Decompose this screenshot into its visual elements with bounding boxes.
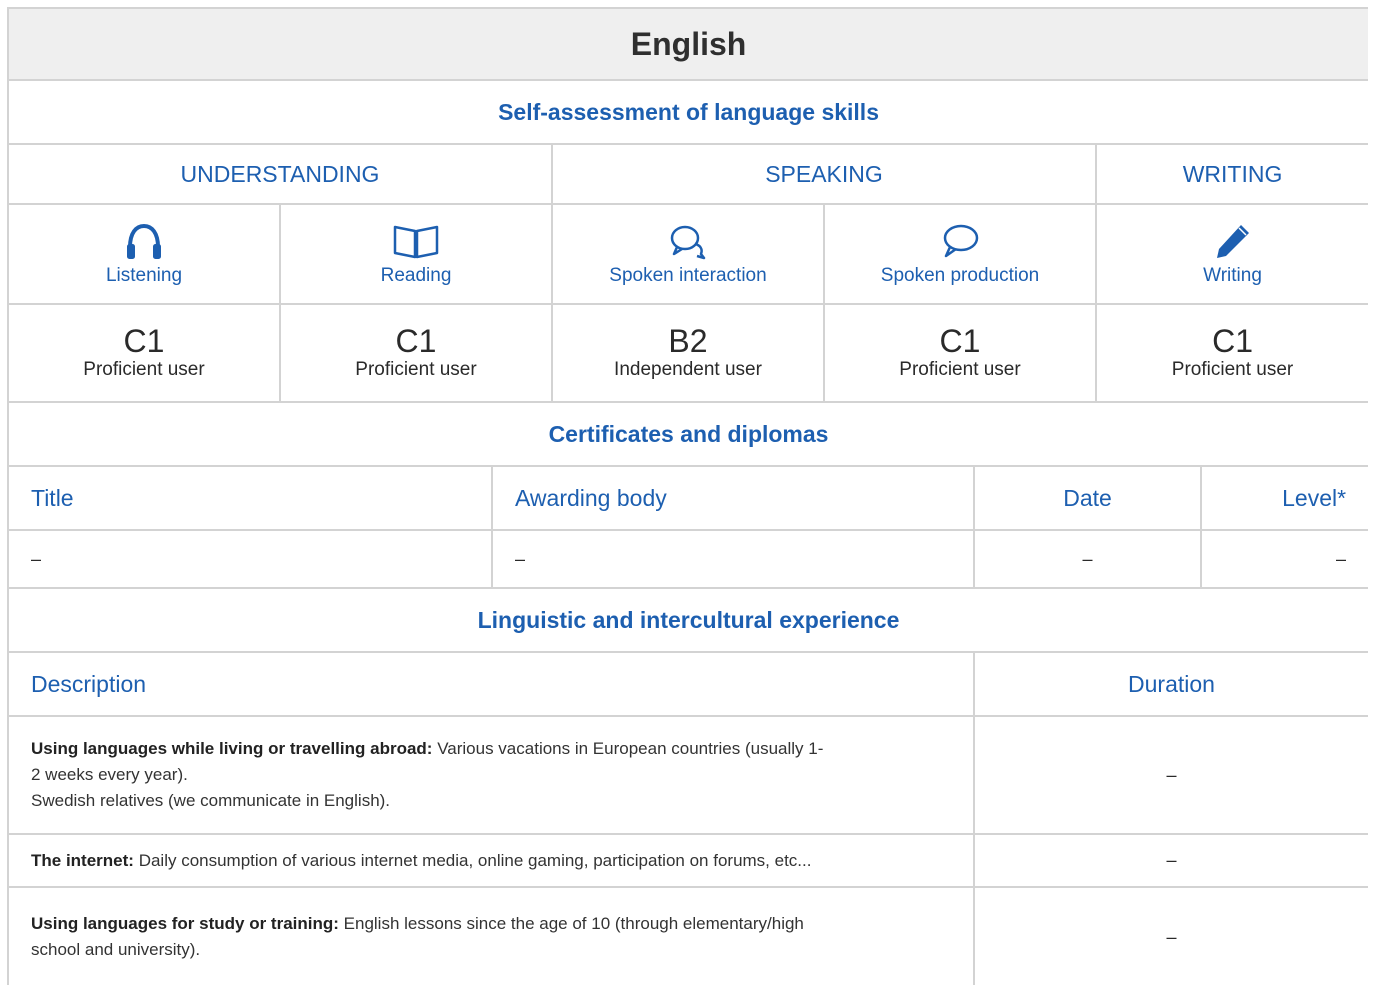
experience-description: The internet: Daily consumption of vario… [7,833,975,888]
experience-label: Using languages while living or travelli… [31,739,433,758]
level-code: C1 [395,323,437,359]
cert-awarding-body-value: – [491,529,975,589]
level-spoken-interaction: B2 Independent user [551,303,825,403]
table-row: – – – – [7,529,1368,589]
self-assessment-table: English Self-assessment of language skil… [7,7,1368,403]
table-row: Using languages while living or travelli… [7,715,1368,835]
col-duration: Duration [973,651,1368,717]
skill-reading: Reading [279,203,553,305]
experience-description: Using languages while living or travelli… [7,715,975,835]
pencil-icon [1216,225,1249,258]
speech-bubble-icon [943,224,979,258]
experience-duration: – [973,886,1368,985]
experience-text: Swedish relatives (we communicate in Eng… [31,791,391,810]
book-icon [393,225,439,259]
level-description: Independent user [614,359,762,380]
experience-heading: Linguistic and intercultural experience [7,587,1368,653]
skill-label: Listening [105,265,183,286]
category-understanding: UNDERSTANDING [7,143,553,205]
self-assessment-heading: Self-assessment of language skills [7,79,1368,145]
language-title: English [7,7,1368,81]
level-description: Proficient user [355,359,477,380]
certificates-heading: Certificates and diplomas [7,401,1368,467]
experience-duration: – [973,715,1368,835]
experience-text: 2 weeks every year). [31,765,188,784]
skill-label: Writing [1203,265,1262,286]
level-code: B2 [668,323,708,359]
level-writing: C1 Proficient user [1094,303,1368,403]
experience-label: The internet: [31,850,134,870]
experience-description: Using languages for study or training: E… [7,886,975,985]
col-date: Date [973,465,1202,531]
col-description: Description [7,651,975,717]
experience-label: Using languages for study or training: [31,914,339,933]
level-code: C1 [1212,323,1253,359]
table-row: The internet: Daily consumption of vario… [7,833,1368,888]
headphones-icon [127,223,161,259]
level-spoken-production: C1 Proficient user [823,303,1097,403]
experience-table: Linguistic and intercultural experience … [7,587,1368,985]
skill-writing: Writing [1094,203,1368,305]
category-writing: WRITING [1094,143,1368,205]
skill-spoken-interaction: Spoken interaction [551,203,825,305]
experience-text: English lessons since the age of 10 (thr… [343,914,804,933]
skill-label: Spoken production [880,265,1040,286]
level-description: Proficient user [899,359,1021,380]
category-speaking: SPEAKING [551,143,1097,205]
col-awarding-body: Awarding body [491,465,975,531]
chat-bubbles-icon [670,225,706,260]
level-code: C1 [939,323,981,359]
skill-label: Spoken interaction [609,265,767,286]
level-description: Proficient user [83,359,205,380]
experience-text: Various vacations in European countries … [437,739,824,758]
level-reading: C1 Proficient user [279,303,553,403]
skill-spoken-production: Spoken production [823,203,1097,305]
cert-date-value: – [973,529,1202,589]
experience-text: school and university). [31,940,201,959]
skill-listening: Listening [7,203,281,305]
cert-title-value: – [7,529,493,589]
level-listening: C1 Proficient user [7,303,281,403]
experience-text: Daily consumption of various internet me… [138,850,812,870]
col-title: Title [7,465,493,531]
cert-level-value: – [1199,529,1368,589]
certificates-table: Certificates and diplomas Title Awarding… [7,401,1368,589]
experience-duration: – [973,833,1368,888]
skill-label: Reading [380,265,452,286]
col-level: Level* [1199,465,1368,531]
language-card: English Self-assessment of language skil… [7,7,1368,985]
table-row: Using languages for study or training: E… [7,886,1368,985]
level-description: Proficient user [1171,359,1294,380]
level-code: C1 [123,323,165,359]
